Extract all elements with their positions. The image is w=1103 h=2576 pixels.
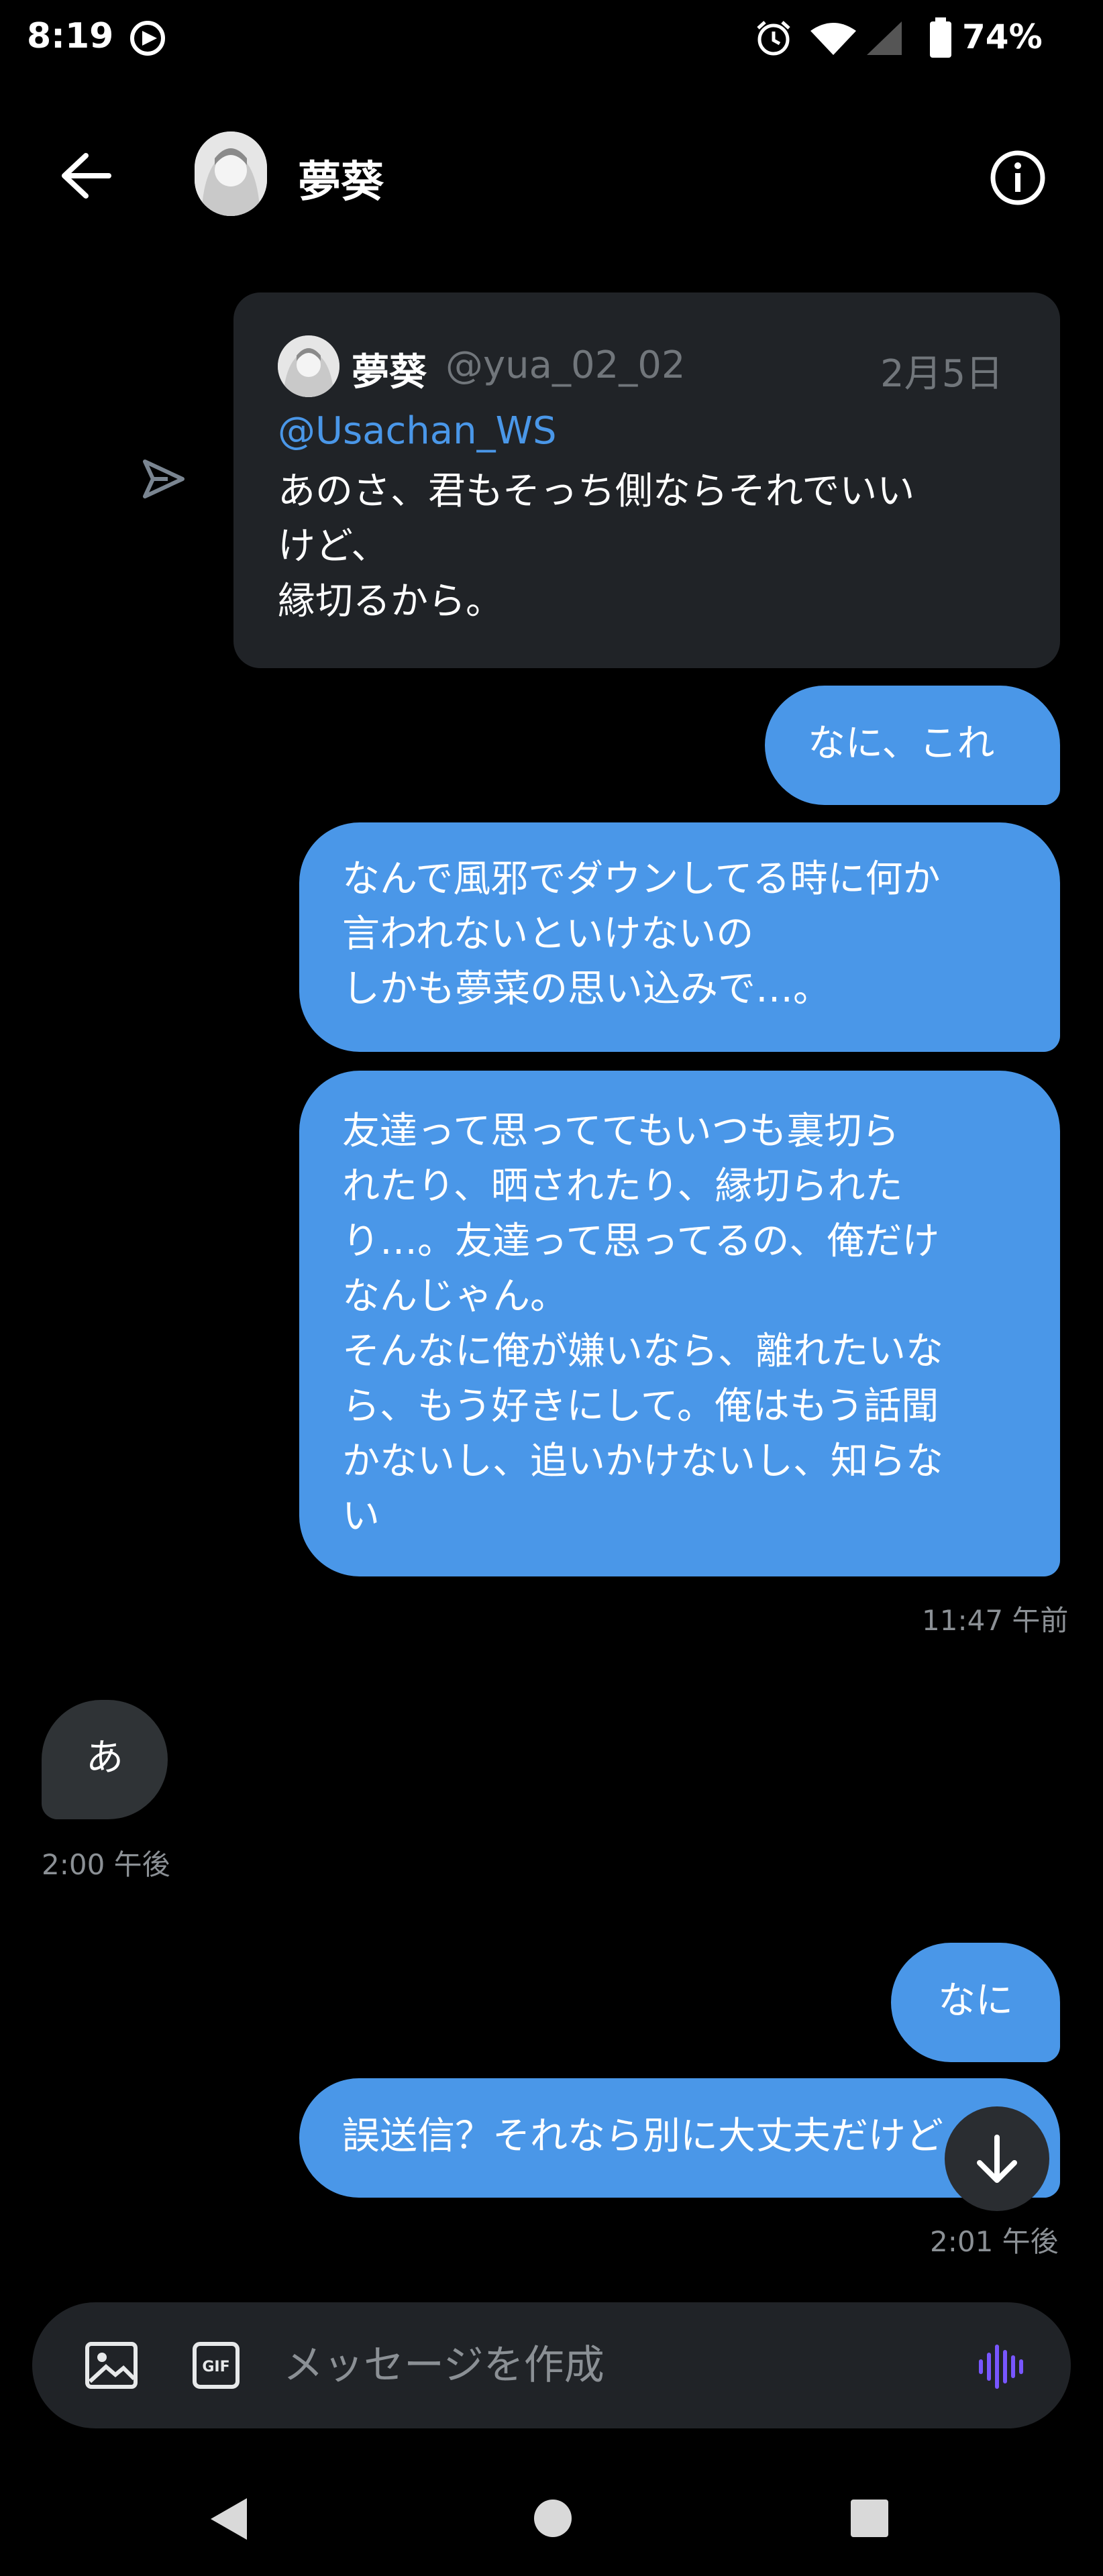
info-icon[interactable] [989,149,1047,207]
alarm-icon [757,21,790,56]
message-timestamp: 2:01 午後 [930,2225,1059,2258]
message-timestamp: 2:00 午後 [42,1848,170,1881]
avatar[interactable] [195,131,267,216]
quote-date: 2月5日 [880,352,1004,396]
image-icon[interactable] [85,2341,138,2390]
svg-text:GIF: GIF [202,2359,229,2375]
arrow-down-icon [977,2135,1017,2183]
quote-mention-link[interactable]: @Usachan_WS [278,409,557,453]
message-bubble-outgoing[interactable]: なんで風邪でダウンしてる時に何か 言われないといけないの しかも夢菜の思い込みで… [299,822,1060,1052]
quote-body-text: あのさ、君もそっち側ならそれでいい けど、 縁切るから。 [278,470,915,623]
message-bubble-incoming[interactable]: あ [42,1700,168,1819]
status-time: 8:19 [27,16,114,56]
nav-home-icon[interactable] [533,2498,573,2538]
message-text: 友達って思っててもいつも裏切ら れたり、晒されたり、縁切られた り…。友達って思… [342,1110,943,1538]
quote-avatar [278,335,339,397]
message-text: あ [86,1736,123,1780]
battery-icon [930,17,951,58]
scroll-to-bottom-button[interactable] [945,2106,1049,2211]
share-icon[interactable] [141,456,187,502]
battery-percent: 74% [962,17,1043,56]
message-bubble-outgoing[interactable]: 友達って思っててもいつも裏切ら れたり、晒されたり、縁切られた り…。友達って思… [299,1071,1060,1576]
message-text: 誤送信？それなら別に大丈夫だけど [342,2114,943,2158]
quote-author-name: 夢葵 [352,351,427,394]
message-input[interactable] [282,2341,888,2390]
system-navigation-bar [0,2469,1103,2576]
message-timestamp: 11:47 午前 [922,1604,1069,1637]
message-text: なに、これ [808,722,995,765]
conversation-title[interactable]: 夢葵 [298,148,384,209]
gif-icon[interactable]: GIF [192,2341,240,2390]
voice-icon[interactable] [977,2341,1028,2392]
back-arrow-icon[interactable] [59,152,113,200]
message-text: なに [938,1979,1013,2023]
message-text: なんで風邪でダウンしてる時に何か 言われないといけないの しかも夢菜の思い込みで… [342,857,941,1011]
quote-author-handle: @yua_02_02 [445,343,686,387]
status-bar: 8:19 74% [0,0,1103,80]
nav-recents-icon[interactable] [849,2498,890,2538]
signal-icon [867,21,902,55]
app-notification-icon [130,20,165,56]
wifi-icon [810,23,856,55]
message-bubble-outgoing[interactable]: なに、これ [765,686,1060,805]
nav-back-icon[interactable] [208,2496,250,2542]
message-bubble-outgoing[interactable]: なに [891,1943,1060,2062]
